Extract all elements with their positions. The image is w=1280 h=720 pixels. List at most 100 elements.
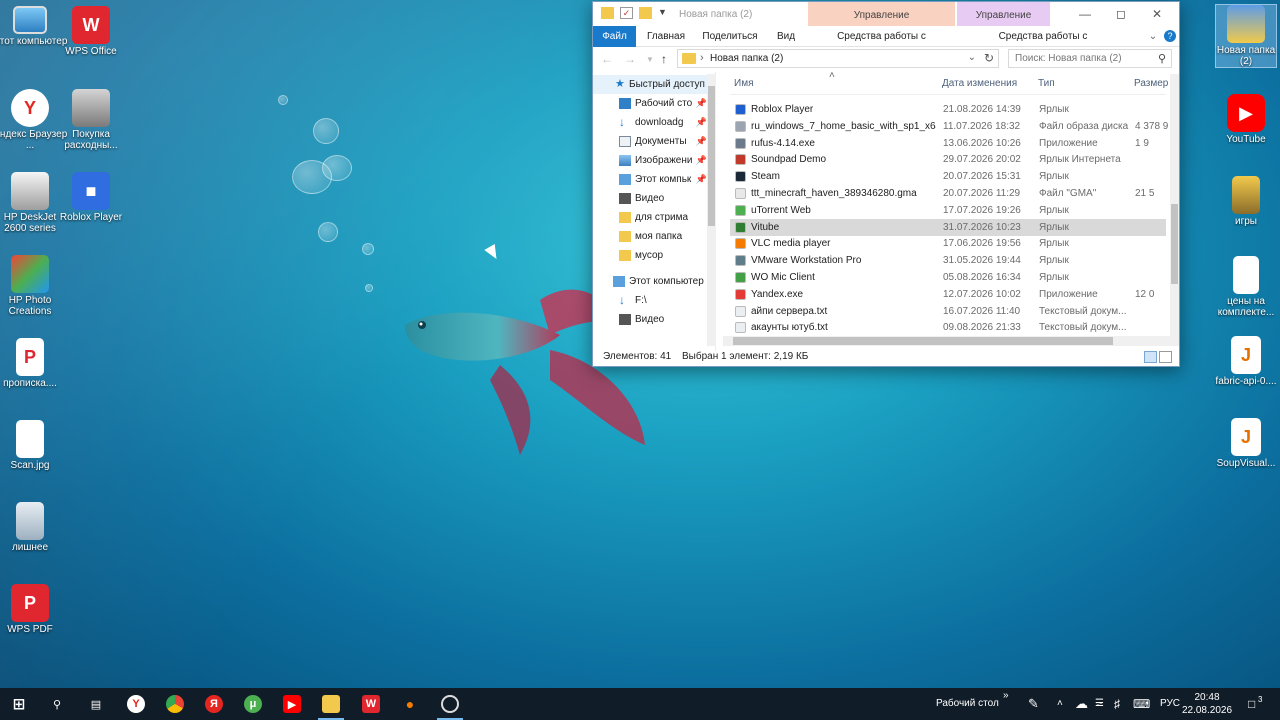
- file-row[interactable]: Steam 20.07.2026 15:31 Ярлык: [730, 168, 1166, 185]
- desktop-icon-wps-pdf[interactable]: P WPS PDF: [0, 584, 68, 635]
- taskbar-yandex[interactable]: Y: [117, 688, 155, 720]
- start-button[interactable]: ⊞: [0, 688, 38, 720]
- tab-application-tools[interactable]: Средства работы с приложениями: [963, 26, 1123, 63]
- tab-view[interactable]: Вид: [773, 26, 799, 47]
- help-icon[interactable]: ?: [1164, 30, 1176, 42]
- nav-scrollbar[interactable]: [707, 74, 716, 346]
- file-row[interactable]: WO Mic Client 05.08.2026 16:34 Ярлык: [730, 269, 1166, 286]
- desktop-icon-youtube[interactable]: ▶ YouTube: [1208, 94, 1280, 145]
- properties-icon[interactable]: ✓: [620, 7, 633, 19]
- file-row[interactable]: VLC media player 17.06.2026 19:56 Ярлык: [730, 235, 1166, 252]
- task-view-button[interactable]: ▤: [77, 688, 115, 720]
- desktop-icon-propiska[interactable]: P прописка....: [0, 338, 68, 389]
- desktop-icon-new-folder[interactable]: Новая папка (2): [1215, 4, 1277, 68]
- tab-home[interactable]: Главная: [643, 26, 689, 47]
- column-header-type[interactable]: Тип: [1038, 78, 1055, 94]
- minimize-button[interactable]: —: [1067, 4, 1103, 24]
- toolbar-expand-icon[interactable]: »: [1003, 680, 1009, 712]
- nav-item-video[interactable]: Видео: [593, 189, 707, 208]
- taskbar-microphone[interactable]: ●: [391, 688, 429, 720]
- wifi-icon[interactable]: ≈: [1096, 688, 1103, 720]
- folder-icon[interactable]: [601, 7, 614, 19]
- language-indicator[interactable]: РУС: [1160, 688, 1180, 720]
- recent-dropdown-icon[interactable]: ▼: [646, 55, 654, 64]
- taskbar-utorrent[interactable]: μ: [234, 688, 272, 720]
- column-header-date[interactable]: Дата изменения: [942, 78, 1017, 94]
- file-row[interactable]: Roblox Player 21.08.2026 14:39 Ярлык: [730, 101, 1166, 118]
- close-button[interactable]: ✕: [1139, 4, 1175, 24]
- pin-icon[interactable]: 📌: [696, 132, 707, 151]
- address-bar[interactable]: › Новая папка (2) ⌄ ↻: [677, 49, 999, 68]
- file-row[interactable]: VMware Workstation Pro 31.05.2026 19:44 Яр…: [730, 252, 1166, 269]
- desktop-icon-fabric-api[interactable]: J fabric-api-0....: [1208, 336, 1280, 387]
- new-folder-icon[interactable]: [639, 7, 652, 19]
- desktop-icon-wps-office[interactable]: W WPS Office: [53, 6, 129, 57]
- desktop-icon-roblox[interactable]: ■ Roblox Player: [53, 172, 129, 223]
- taskbar-file-explorer[interactable]: [312, 688, 350, 720]
- forward-button[interactable]: →: [624, 52, 636, 66]
- tab-shortcut-tools[interactable]: Средства работы с ярлыками: [813, 26, 950, 63]
- file-row[interactable]: акаунты ютуб.txt 09.08.2026 21:33 Текстовы…: [730, 319, 1166, 336]
- volume-icon[interactable]: ♯: [1114, 688, 1120, 720]
- back-button[interactable]: ←: [601, 52, 613, 66]
- desktop-icon-games[interactable]: игры: [1208, 176, 1280, 227]
- file-row[interactable]: uTorrent Web 17.07.2026 19:26 Ярлык: [730, 202, 1166, 219]
- up-button[interactable]: ↑: [661, 52, 667, 66]
- keyboard-icon[interactable]: ⌨: [1133, 688, 1150, 720]
- scrollbar-thumb[interactable]: [733, 337, 1113, 345]
- chevron-right-icon[interactable]: ›: [700, 52, 704, 64]
- nav-item-this-pc-pinned[interactable]: Этот компьк 📌: [593, 170, 707, 189]
- context-tab-manage-shortcut[interactable]: Управление: [808, 2, 955, 26]
- nav-item-downloads[interactable]: ↓ downloadg 📌: [593, 113, 707, 132]
- nav-item-this-pc[interactable]: Этот компьютер: [593, 272, 707, 291]
- taskbar-youtube[interactable]: ▶: [273, 688, 311, 720]
- scrollbar-thumb[interactable]: [708, 86, 715, 226]
- scrollbar-thumb[interactable]: [1171, 204, 1178, 284]
- desktop-icon-hp-photo[interactable]: HP Photo Creations: [0, 255, 68, 317]
- column-header-name[interactable]: Имя: [734, 78, 753, 94]
- context-tab-manage-app[interactable]: Управление: [957, 2, 1050, 26]
- nav-item-stream-folder[interactable]: для стрима: [593, 208, 707, 227]
- search-icon[interactable]: ⚲: [1158, 52, 1166, 65]
- clock[interactable]: 20:48 22.08.2026: [1180, 691, 1234, 717]
- search-button[interactable]: ⚲: [38, 688, 76, 720]
- pin-icon[interactable]: 📌: [696, 113, 707, 132]
- pin-icon[interactable]: 📌: [696, 94, 707, 113]
- file-row[interactable]: ttt_minecraft_haven_389346280.gma 20.07.2…: [730, 185, 1166, 202]
- nav-item-drive-f[interactable]: ↓ F:\: [593, 291, 707, 310]
- pin-icon[interactable]: 📌: [696, 170, 707, 189]
- chevron-up-icon[interactable]: ˄: [1057, 688, 1063, 720]
- file-row[interactable]: Soundpad Demo 29.07.2026 20:02 Ярлык Интер…: [730, 151, 1166, 168]
- file-row[interactable]: Yandex.exe 12.07.2026 10:02 Приложение 12 0: [730, 286, 1166, 303]
- nav-item-my-folder[interactable]: моя папка: [593, 227, 707, 246]
- file-row[interactable]: Vitube 31.07.2026 10:23 Ярлык: [730, 218, 1166, 236]
- tab-share[interactable]: Поделиться: [697, 26, 763, 47]
- desktop-toolbar-label[interactable]: Рабочий стол: [936, 688, 999, 720]
- desktop-icon-recycle-bin[interactable]: лишнее: [0, 502, 68, 553]
- nav-item-documents[interactable]: Документы 📌: [593, 132, 707, 151]
- desktop-icon-scan[interactable]: Scan.jpg: [0, 420, 68, 471]
- desktop-icon-prices[interactable]: цены на комплекте...: [1208, 256, 1280, 318]
- nav-item-quick-access[interactable]: ★ Быстрый доступ: [593, 75, 707, 94]
- taskbar-wps[interactable]: W: [352, 688, 390, 720]
- taskbar-chrome[interactable]: [156, 688, 194, 720]
- details-view-icon[interactable]: [1144, 351, 1157, 363]
- taskbar-yandex-browser[interactable]: Я: [195, 688, 233, 720]
- refresh-icon[interactable]: ↻: [984, 51, 994, 65]
- navigation-pane[interactable]: ★ Быстрый доступ Рабочий сто 📌 ↓ downloa…: [593, 72, 716, 351]
- pen-icon[interactable]: ✎: [1028, 688, 1039, 720]
- tab-file[interactable]: Файл: [593, 26, 636, 47]
- title-bar[interactable]: ✓ ▼ Новая папка (2) Управление Управлени…: [593, 2, 1179, 26]
- file-row[interactable]: ru_windows_7_home_basic_with_sp1_x64... 1…: [730, 118, 1168, 135]
- maximize-button[interactable]: ◻: [1103, 4, 1139, 24]
- expand-ribbon-icon[interactable]: ⌄: [1147, 26, 1159, 47]
- customize-toolbar-icon[interactable]: ▼: [658, 7, 671, 19]
- column-header-size[interactable]: Размер: [1134, 78, 1168, 94]
- desktop-icon-pokupka[interactable]: Покупка расходны...: [53, 89, 129, 151]
- nav-item-video-2[interactable]: Видео: [593, 310, 707, 329]
- file-list-scrollbar[interactable]: [1170, 74, 1179, 346]
- file-row[interactable]: айпи сервера.txt 16.07.2026 11:40 Текстовы…: [730, 303, 1166, 320]
- notification-center-icon[interactable]: □: [1248, 688, 1255, 720]
- chevron-down-icon[interactable]: ⌄: [968, 52, 976, 63]
- search-input[interactable]: Поиск: Новая папка (2) ⚲: [1008, 49, 1172, 68]
